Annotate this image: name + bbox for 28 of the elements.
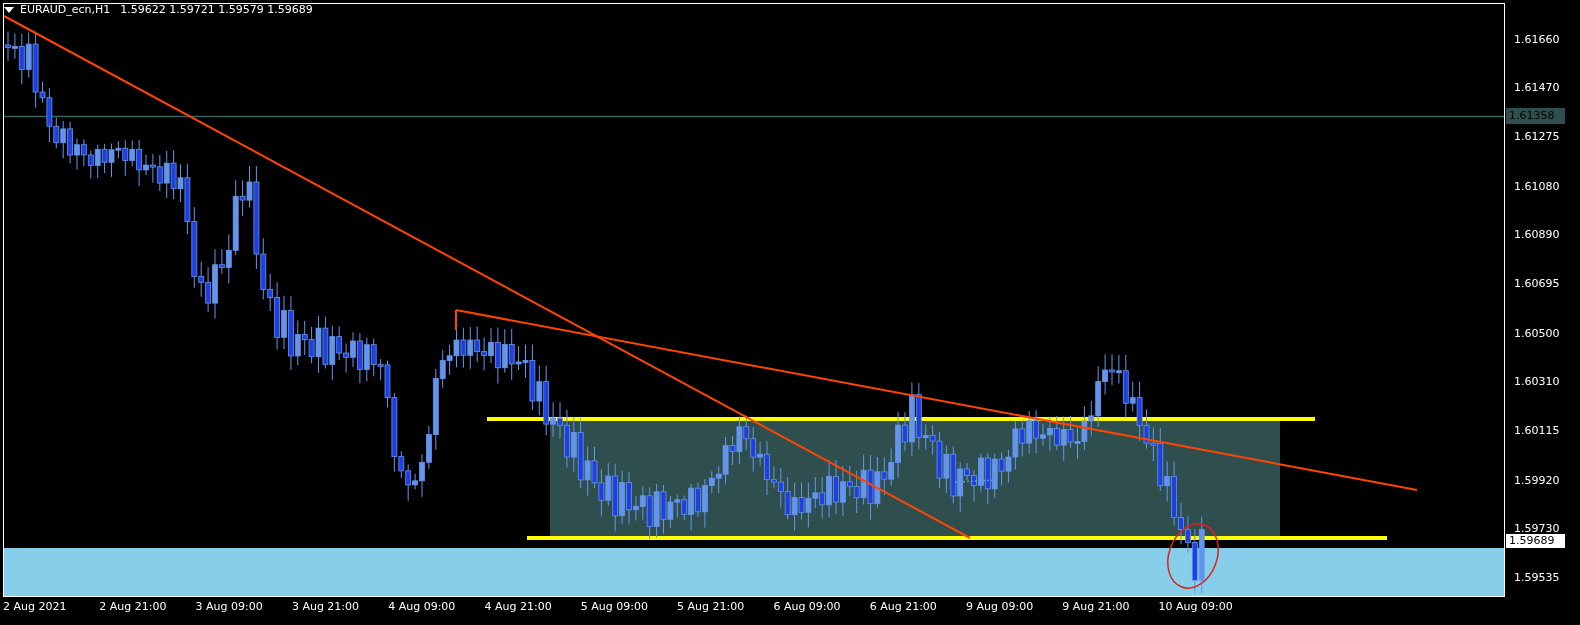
- symbol-label: EURAUD_ecn,H1: [20, 3, 111, 17]
- current-price-label: 1.59689: [1506, 534, 1565, 548]
- time-axis-label: 4 Aug 09:00: [388, 600, 456, 614]
- price-axis-label: 1.60310: [1514, 373, 1560, 390]
- time-axis-label: 3 Aug 09:00: [195, 600, 263, 614]
- time-axis-label: 5 Aug 09:00: [580, 600, 648, 614]
- time-axis-label: 6 Aug 09:00: [773, 600, 841, 614]
- price-axis-label: 1.61080: [1514, 178, 1560, 195]
- time-axis-label: 6 Aug 21:00: [869, 600, 937, 614]
- time-axis-label: 9 Aug 21:00: [1062, 600, 1130, 614]
- price-axis-label: 1.61660: [1514, 32, 1560, 48]
- time-axis-label: 2 Aug 21:00: [99, 600, 167, 614]
- price-axis-label: 1.59920: [1514, 472, 1560, 489]
- price-axis-label: 1.60115: [1514, 423, 1560, 440]
- price-axis-label: 1.60890: [1514, 226, 1560, 243]
- time-axis-label: 5 Aug 21:00: [677, 600, 745, 614]
- time-axis-label: 2 Aug 2021: [3, 600, 67, 614]
- price-axis-label: 1.61470: [1514, 80, 1560, 97]
- time-axis-label: 9 Aug 09:00: [966, 600, 1034, 614]
- price-axis-label: 1.60500: [1514, 325, 1560, 342]
- price-axis-label: 1.60695: [1514, 276, 1560, 293]
- time-axis-label: 4 Aug 21:00: [484, 600, 552, 614]
- price-axis-label: 1.59730: [1514, 520, 1560, 536]
- time-axis-label: 10 Aug 09:00: [1158, 600, 1233, 614]
- time-axis-label: 3 Aug 21:00: [291, 600, 360, 614]
- ohlc-values: 1.59622 1.59721 1.59579 1.59689: [120, 3, 313, 17]
- price-axis-label: 1.59535: [1514, 570, 1560, 586]
- price-axis-label: 1.61275: [1514, 129, 1560, 146]
